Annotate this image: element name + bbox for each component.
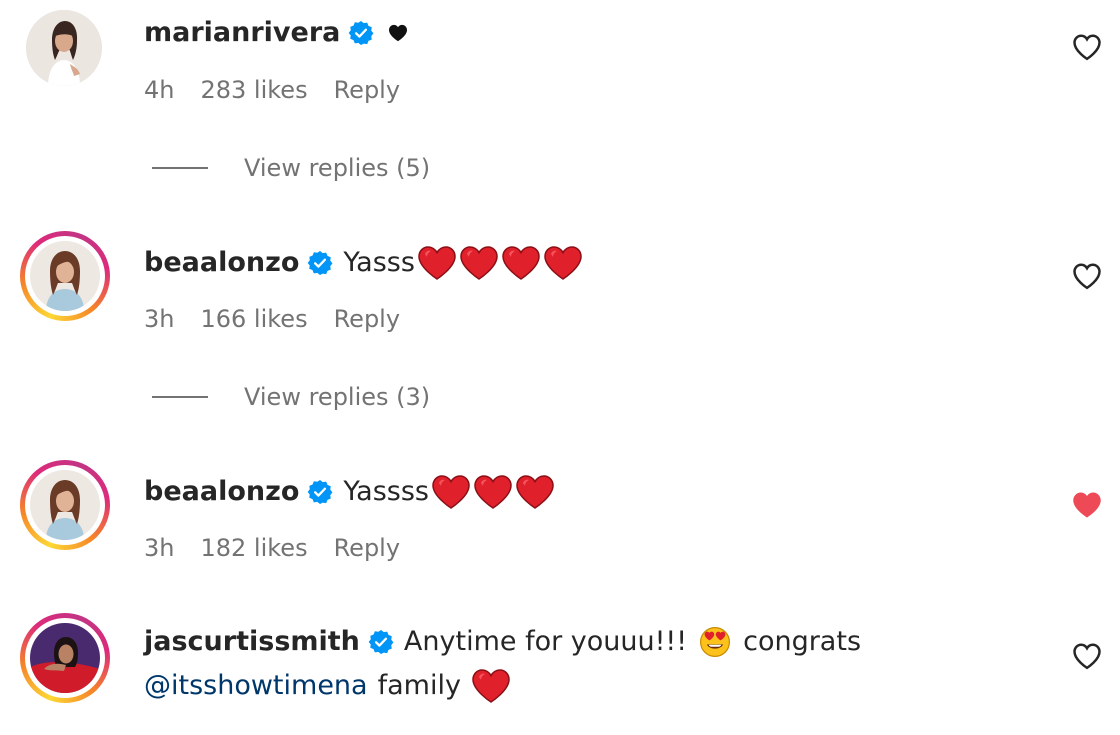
comment-text: Yassss: [343, 476, 429, 507]
like-count[interactable]: 283 likes: [200, 76, 307, 104]
comment-header: beaalonzo Yassss: [144, 474, 555, 510]
verified-badge-icon: [348, 20, 374, 46]
comment-header: beaalonzo Yasss: [144, 245, 583, 281]
heart-outline-icon[interactable]: [1072, 33, 1102, 61]
heart-outline-icon[interactable]: [1072, 262, 1102, 290]
comment-text: Anytime for youuu!!!: [403, 626, 688, 657]
reply-button[interactable]: Reply: [334, 305, 400, 333]
heart-eyes-emoji: [699, 626, 731, 658]
comment-meta: 4h 283 likes Reply: [144, 76, 400, 104]
avatar-image: [30, 623, 100, 693]
comment-header: jascurtissmith Anytime for youuu!!! cong…: [144, 625, 861, 659]
red-heart-emoji: [417, 245, 457, 281]
avatar-ring-gap: [25, 618, 105, 698]
username[interactable]: beaalonzo: [144, 475, 299, 509]
mention-link[interactable]: @itsshowtimena: [144, 669, 368, 703]
view-replies-label: View replies (5): [244, 154, 431, 182]
heart-filled-icon[interactable]: [1072, 491, 1102, 519]
view-replies-button[interactable]: View replies (3): [152, 383, 430, 411]
verified-badge-icon: [368, 629, 394, 655]
red-heart-emoji: [515, 474, 555, 510]
like-count[interactable]: 166 likes: [200, 305, 307, 333]
emoji-group: [431, 474, 555, 510]
comment-text-continued: congrats: [743, 626, 862, 657]
red-heart-emoji: [501, 245, 541, 281]
black-heart-icon: [388, 24, 408, 42]
divider: [152, 167, 208, 169]
username[interactable]: beaalonzo: [144, 246, 299, 280]
comment-text-end: family: [377, 670, 461, 701]
comment-meta: 3h 182 likes Reply: [144, 534, 400, 562]
red-heart-emoji: [473, 474, 513, 510]
comment-time: 3h: [144, 305, 175, 333]
avatar[interactable]: [20, 613, 110, 703]
heart-outline-icon[interactable]: [1072, 642, 1102, 670]
verified-badge-icon: [307, 479, 333, 505]
avatar[interactable]: [20, 460, 110, 550]
red-heart-emoji: [431, 474, 471, 510]
comment-text: Yasss: [343, 247, 415, 278]
avatar-ring-gap: [25, 465, 105, 545]
red-heart-emoji: [471, 668, 511, 704]
comment-time: 4h: [144, 76, 175, 104]
avatar-ring-gap: [25, 236, 105, 316]
avatar-image: [26, 10, 102, 86]
comment-time: 3h: [144, 534, 175, 562]
red-heart-emoji: [459, 245, 499, 281]
username[interactable]: marianrivera: [144, 16, 340, 50]
comment-second-line: @itsshowtimena family: [144, 668, 511, 704]
avatar-image: [30, 470, 100, 540]
avatar[interactable]: [26, 10, 102, 86]
red-heart-emoji: [543, 245, 583, 281]
reply-button[interactable]: Reply: [334, 534, 400, 562]
divider: [152, 396, 208, 398]
comment-meta: 3h 166 likes Reply: [144, 305, 400, 333]
comment-header: marianrivera: [144, 16, 408, 50]
view-replies-label: View replies (3): [244, 383, 431, 411]
avatar[interactable]: [20, 231, 110, 321]
username[interactable]: jascurtissmith: [144, 625, 360, 659]
emoji-group: [417, 245, 583, 281]
like-count[interactable]: 182 likes: [200, 534, 307, 562]
reply-button[interactable]: Reply: [334, 76, 400, 104]
verified-badge-icon: [307, 250, 333, 276]
view-replies-button[interactable]: View replies (5): [152, 154, 430, 182]
avatar-image: [30, 241, 100, 311]
